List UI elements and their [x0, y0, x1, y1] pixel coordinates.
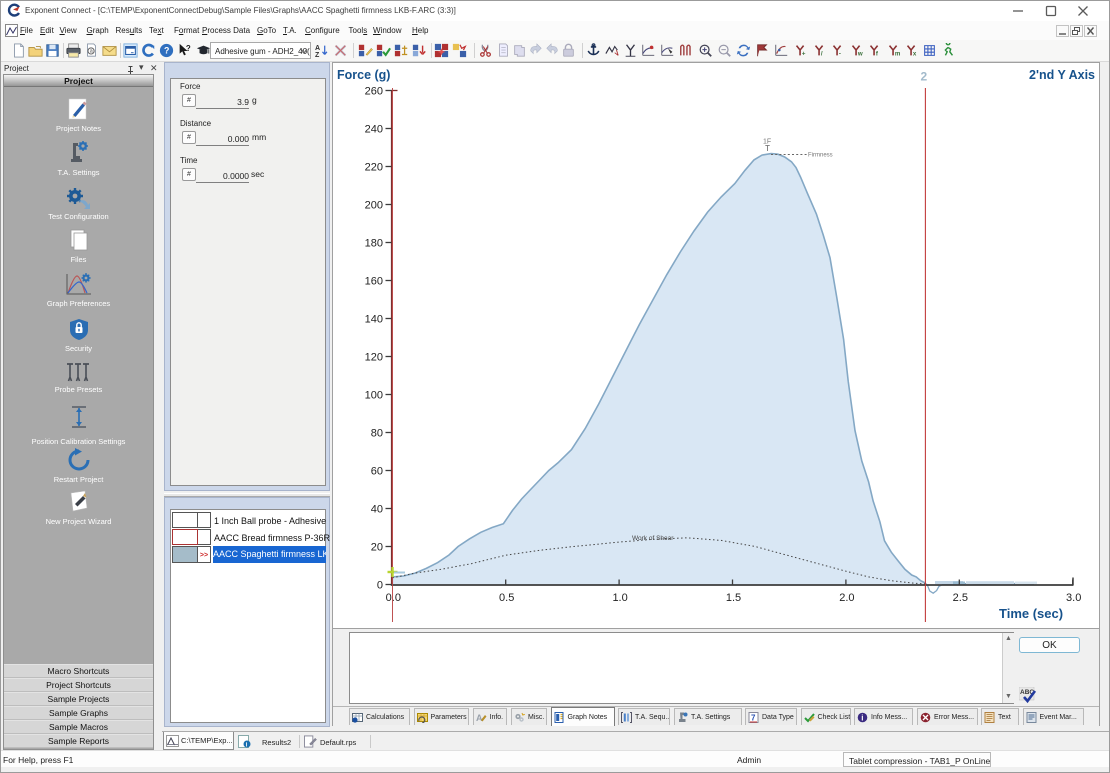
svg-text:40: 40 — [371, 504, 383, 516]
svg-text:80: 80 — [371, 428, 383, 440]
svg-text:7: 7 — [751, 713, 756, 722]
svg-text:20: 20 — [371, 542, 383, 554]
svg-text:160: 160 — [365, 276, 383, 288]
svg-text:/: / — [820, 50, 822, 57]
svg-text:200: 200 — [365, 200, 383, 212]
svg-text:1.0: 1.0 — [612, 592, 627, 604]
svg-text:0: 0 — [377, 580, 383, 592]
svg-text:Time (sec): Time (sec) — [999, 606, 1063, 621]
svg-text:0.5: 0.5 — [499, 592, 514, 604]
svg-text:Z: Z — [315, 52, 320, 58]
svg-text:Force (g): Force (g) — [337, 68, 390, 82]
svg-text:A: A — [315, 45, 320, 52]
svg-text:a: a — [90, 49, 93, 55]
svg-text:x: x — [913, 50, 917, 57]
svg-text:0.0: 0.0 — [386, 592, 401, 604]
svg-text:+: + — [802, 50, 806, 57]
svg-text:1.5: 1.5 — [726, 592, 741, 604]
svg-text:2: 2 — [921, 70, 928, 84]
svg-text:w: w — [856, 50, 862, 57]
svg-text:2'nd Y Axis: 2'nd Y Axis — [1029, 68, 1095, 82]
svg-text:220: 220 — [365, 162, 383, 174]
svg-text:Firmness: Firmness — [808, 153, 833, 159]
svg-text:i: i — [861, 713, 863, 722]
svg-text:60: 60 — [371, 466, 383, 478]
svg-text:?: ? — [164, 46, 169, 56]
svg-text:100: 100 — [365, 390, 383, 402]
svg-text:f: f — [876, 50, 879, 57]
svg-text:-: - — [839, 50, 841, 57]
svg-text:2.5: 2.5 — [953, 592, 968, 604]
svg-text:240: 240 — [365, 124, 383, 136]
svg-text:m: m — [894, 50, 900, 57]
svg-text:A: A — [476, 713, 483, 723]
svg-text:120: 120 — [365, 352, 383, 364]
svg-text:?: ? — [186, 44, 191, 53]
svg-text:260: 260 — [365, 86, 383, 98]
svg-text:2.0: 2.0 — [839, 592, 854, 604]
svg-text:3.0: 3.0 — [1066, 592, 1081, 604]
svg-text:140: 140 — [365, 314, 383, 326]
svg-text:Work of Shear: Work of Shear — [632, 535, 674, 542]
svg-text:1F: 1F — [763, 139, 771, 146]
svg-text:180: 180 — [365, 238, 383, 250]
